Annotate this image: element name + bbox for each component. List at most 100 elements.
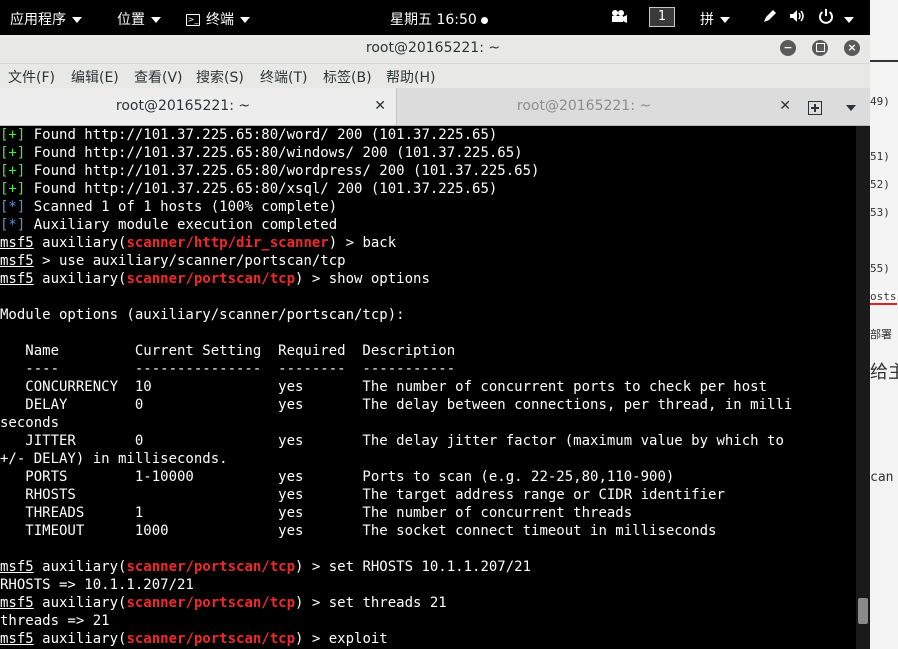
minimize-button[interactable]: − <box>780 40 796 56</box>
new-tab-button[interactable] <box>808 88 822 125</box>
terminal-text: ---- --------------- -------- ----------… <box>0 361 456 377</box>
terminal-line: DELAY 0 yes The delay between connection… <box>0 396 856 414</box>
terminal-text: > use auxiliary/scanner/portscan/tcp <box>33 253 346 269</box>
menu-view[interactable]: 查看(V) <box>134 67 183 87</box>
input-method-menu[interactable]: 拼 <box>700 9 730 29</box>
terminal-text: [+] <box>0 181 26 197</box>
chevron-down-icon <box>720 17 730 23</box>
terminal-text: ) > back <box>328 235 397 251</box>
power-menu[interactable] <box>818 8 854 28</box>
background-text: 52) <box>870 178 890 191</box>
terminal-line: [+] Found http://101.37.225.65:80/wordpr… <box>0 162 856 180</box>
clock[interactable]: 星期五 16:50 <box>390 9 488 29</box>
terminal-text: +/- DELAY) in milliseconds. <box>0 451 228 467</box>
tab-close-icon[interactable]: ✕ <box>779 88 791 125</box>
terminal-line: msf5 auxiliary(scanner/portscan/tcp) > e… <box>0 630 856 648</box>
window-titlebar[interactable]: root@20165221: ~ − × <box>0 35 870 64</box>
terminal-text: JITTER 0 yes The delay jitter factor (ma… <box>0 433 793 449</box>
background-window[interactable]: 49) 51) 52) 53) 55) osts 部署 给主 can <box>870 0 898 649</box>
places-label: 位置 <box>117 12 145 28</box>
terminal-text: auxiliary( <box>33 235 127 251</box>
terminal-line: [+] Found http://101.37.225.65:80/window… <box>0 144 856 162</box>
terminal-line: msf5 auxiliary(scanner/portscan/tcp) > s… <box>0 594 856 612</box>
places-menu[interactable]: 位置 <box>117 9 161 29</box>
background-text: osts <box>870 290 897 305</box>
close-icon: × <box>847 41 857 54</box>
terminal-line: +/- DELAY) in milliseconds. <box>0 450 856 468</box>
tab-1[interactable]: root@20165221: ~ ✕ <box>0 88 397 125</box>
terminal-line: Module options (auxiliary/scanner/portsc… <box>0 306 856 324</box>
terminal-text: ) > exploit <box>295 631 388 647</box>
chevron-down-icon <box>72 17 82 23</box>
msf-prompt: msf5 <box>0 253 34 269</box>
terminal-text: Scanned 1 of 1 hosts (100% complete) <box>25 199 338 215</box>
terminal-scrollbar[interactable] <box>856 126 870 649</box>
terminal-output[interactable]: [+] Found http://101.37.225.65:80/word/ … <box>0 126 856 649</box>
terminal-line: msf5 > use auxiliary/scanner/portscan/tc… <box>0 252 856 270</box>
terminal-app-menu[interactable]: >_ 终端 <box>186 9 250 29</box>
terminal-text: TIMEOUT 1000 yes The socket connect time… <box>0 523 717 539</box>
new-tab-icon <box>808 100 822 115</box>
power-icon <box>819 9 833 24</box>
module-name: scanner/portscan/tcp <box>126 595 296 611</box>
tab-label: root@20165221: ~ <box>516 98 652 114</box>
tab-menu-button[interactable] <box>846 88 856 125</box>
menu-search[interactable]: 搜索(S) <box>196 67 244 87</box>
terminal-app-icon: >_ <box>186 14 200 26</box>
terminal-text: auxiliary( <box>33 595 127 611</box>
terminal-text: Name Current Setting Required Descriptio… <box>0 343 456 359</box>
background-panel <box>870 440 898 610</box>
terminal-text: [+] <box>0 163 26 179</box>
maximize-button[interactable] <box>812 40 828 56</box>
menu-terminal[interactable]: 终端(T) <box>260 67 307 87</box>
terminal-text: ) > show options <box>295 271 430 287</box>
tab-label: root@20165221: ~ <box>115 98 251 114</box>
terminal-window: root@20165221: ~ − × 文件(F) 编辑(E) 查看(V) 搜… <box>0 35 870 649</box>
pen-icon[interactable] <box>762 8 778 28</box>
background-text: 53) <box>870 206 890 219</box>
terminal-text: [+] <box>0 127 26 143</box>
terminal-text: Found http://101.37.225.65:80/xsql/ 200 … <box>25 181 498 197</box>
terminal-line: msf5 auxiliary(scanner/portscan/tcp) > s… <box>0 558 856 576</box>
terminal-text: THREADS 1 yes The number of concurrent t… <box>0 505 633 521</box>
terminal-line: msf5 auxiliary(scanner/http/dir_scanner)… <box>0 234 856 252</box>
tab-2[interactable]: root@20165221: ~ ✕ <box>397 88 801 125</box>
terminal-line: THREADS 1 yes The number of concurrent t… <box>0 504 856 522</box>
workspace-indicator[interactable]: 1 <box>649 7 675 27</box>
terminal-text: auxiliary( <box>33 559 127 575</box>
menu-tabs[interactable]: 标签(B) <box>323 67 372 87</box>
terminal-line: [*] Auxiliary module execution completed <box>0 216 856 234</box>
terminal-app-label: 终端 <box>206 12 234 28</box>
terminal-line: ---- --------------- -------- ----------… <box>0 360 856 378</box>
terminal-text: RHOSTS yes The target address range or C… <box>0 487 725 503</box>
scrollbar-thumb[interactable] <box>858 598 868 624</box>
close-button[interactable]: × <box>844 40 860 56</box>
terminal-text: Auxiliary module execution completed <box>25 217 338 233</box>
minimize-icon: − <box>783 41 793 54</box>
tab-close-icon[interactable]: ✕ <box>374 88 386 125</box>
applications-menu[interactable]: 应用程序 <box>10 9 82 29</box>
terminal-text: Module options (auxiliary/scanner/portsc… <box>0 307 405 323</box>
background-divider <box>870 60 898 62</box>
menu-edit[interactable]: 编辑(E) <box>71 67 119 87</box>
terminal-line: RHOSTS => 10.1.1.207/21 <box>0 576 856 594</box>
terminal-line: JITTER 0 yes The delay jitter factor (ma… <box>0 432 856 450</box>
terminal-text: RHOSTS => 10.1.1.207/21 <box>0 577 194 593</box>
camera-icon[interactable] <box>610 8 628 28</box>
terminal-line: [*] Scanned 1 of 1 hosts (100% complete) <box>0 198 856 216</box>
terminal-line: TIMEOUT 1000 yes The socket connect time… <box>0 522 856 540</box>
terminal-line: RHOSTS yes The target address range or C… <box>0 486 856 504</box>
msf-prompt: msf5 <box>0 235 34 251</box>
background-text: 部署 <box>870 328 892 341</box>
input-method-label: 拼 <box>700 12 714 28</box>
terminal-text: ) > set RHOSTS 10.1.1.207/21 <box>295 559 532 575</box>
menu-file[interactable]: 文件(F) <box>8 67 55 87</box>
chevron-down-icon <box>846 104 856 111</box>
msf-prompt: msf5 <box>0 631 34 647</box>
menu-help[interactable]: 帮助(H) <box>386 67 435 87</box>
terminal-text: seconds <box>0 415 60 431</box>
volume-icon[interactable] <box>789 9 807 27</box>
terminal-text: ) > set threads 21 <box>295 595 447 611</box>
